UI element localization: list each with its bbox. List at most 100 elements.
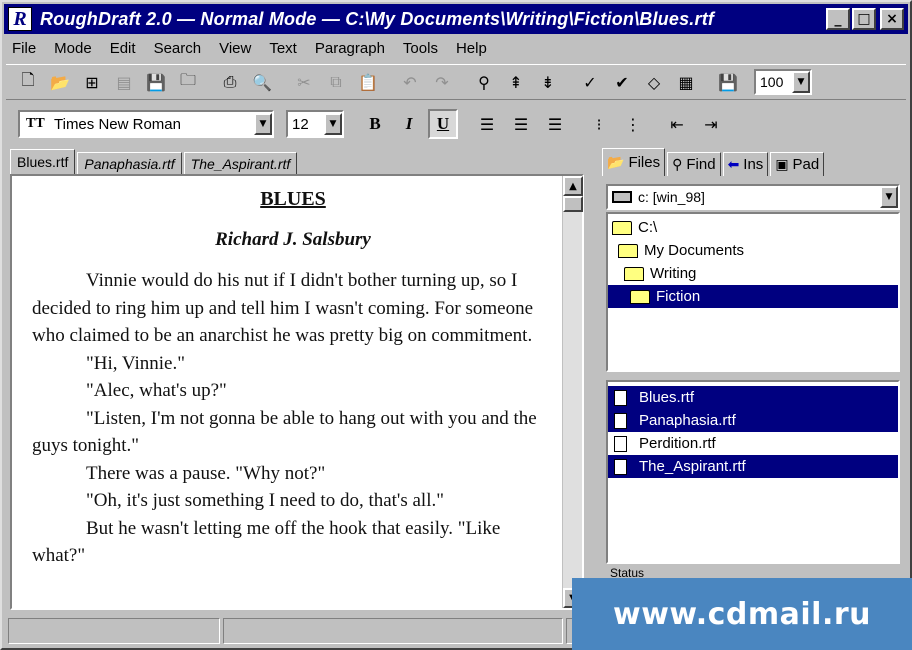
font-size-value: 12 bbox=[292, 115, 309, 133]
cut-icon[interactable]: ✂ bbox=[290, 68, 318, 96]
bullet-list-icon[interactable]: ⁝ bbox=[584, 109, 614, 139]
tab-pad[interactable]: ▣ Pad bbox=[770, 152, 825, 176]
tab-the-aspirant[interactable]: The_Aspirant.rtf bbox=[183, 152, 298, 174]
vertical-scrollbar[interactable]: ▲ ▼ bbox=[562, 176, 583, 608]
menu-tools[interactable]: Tools bbox=[403, 40, 438, 57]
align-center-icon[interactable]: ☰ bbox=[506, 109, 536, 139]
tab-panaphasia[interactable]: Panaphasia.rtf bbox=[77, 152, 182, 174]
notes-icon[interactable]: ▦ bbox=[672, 68, 700, 96]
file-item[interactable]: Panaphasia.rtf bbox=[608, 409, 898, 432]
file-label: Panaphasia.rtf bbox=[639, 412, 736, 429]
tab-find[interactable]: ⚲ Find bbox=[667, 152, 721, 176]
document-editor[interactable]: BLUES Richard J. Salsbury Vinnie would d… bbox=[12, 176, 562, 608]
folder-open-icon bbox=[618, 243, 638, 258]
close-button[interactable]: × bbox=[880, 8, 904, 30]
window-controls: _ □ × bbox=[826, 8, 904, 30]
printer-icon[interactable]: ⎙ bbox=[216, 68, 244, 96]
underline-button[interactable]: U bbox=[428, 109, 458, 139]
save-all-icon[interactable]: 💾 bbox=[714, 68, 742, 96]
insert-icon[interactable]: ⊞ bbox=[78, 68, 106, 96]
numbered-list-icon[interactable]: ⋮ bbox=[618, 109, 648, 139]
folder-item[interactable]: C:\ bbox=[608, 216, 898, 239]
notepad-icon: ▣ bbox=[775, 156, 789, 173]
copy-icon[interactable]: ⧉ bbox=[322, 68, 350, 96]
app-logo-icon[interactable]: R bbox=[8, 7, 32, 31]
scroll-up-button[interactable]: ▲ bbox=[563, 176, 583, 196]
file-item[interactable]: Blues.rtf bbox=[608, 386, 898, 409]
undo-icon[interactable]: ↶ bbox=[396, 68, 424, 96]
print-preview-icon[interactable]: ▤ bbox=[110, 68, 138, 96]
chevron-down-icon[interactable]: ▼ bbox=[880, 186, 898, 208]
font-name-select[interactable]: TT Times New Roman ▼ bbox=[18, 110, 274, 138]
folder-icon[interactable]: 🗀 bbox=[174, 68, 202, 96]
spellcheck-icon[interactable]: ✓ bbox=[576, 68, 604, 96]
folder-open-icon bbox=[624, 266, 644, 281]
pane-splitter[interactable] bbox=[588, 174, 598, 610]
folder-item[interactable]: Fiction bbox=[608, 285, 898, 308]
align-right-icon[interactable]: ☰ bbox=[540, 109, 570, 139]
new-document-icon[interactable]: 🗋 bbox=[14, 68, 42, 96]
menu-mode[interactable]: Mode bbox=[54, 40, 92, 57]
menu-view[interactable]: View bbox=[219, 40, 251, 57]
folder-label: Fiction bbox=[656, 288, 701, 305]
arrow-left-icon: ⬅ bbox=[727, 156, 740, 173]
document-icon bbox=[614, 458, 627, 475]
indent-increase-icon[interactable]: ⇥ bbox=[696, 109, 726, 139]
document-icon bbox=[614, 412, 627, 429]
folder-item[interactable]: My Documents bbox=[608, 239, 898, 262]
paste-icon[interactable]: 📋 bbox=[354, 68, 382, 96]
tab-files[interactable]: 📂 Files bbox=[602, 148, 666, 176]
document-tabs: Blues.rtf Panaphasia.rtf The_Aspirant.rt… bbox=[10, 149, 299, 174]
scroll-thumb[interactable] bbox=[563, 196, 583, 212]
paragraph: But he wasn't letting me off the hook th… bbox=[32, 517, 501, 567]
tab-files-label: Files bbox=[628, 154, 661, 171]
menu-paragraph[interactable]: Paragraph bbox=[315, 40, 385, 57]
folder-label: My Documents bbox=[644, 242, 745, 259]
watermark: www.cdmail.ru bbox=[572, 578, 912, 650]
drive-icon bbox=[612, 191, 632, 203]
chevron-down-icon[interactable]: ▼ bbox=[792, 71, 810, 93]
eraser-icon[interactable]: ◇ bbox=[640, 68, 668, 96]
chevron-down-icon[interactable]: ▼ bbox=[324, 113, 342, 135]
status-panel bbox=[223, 618, 563, 644]
save-icon[interactable]: 💾 bbox=[142, 68, 170, 96]
drive-select[interactable]: c: [win_98] ▼ bbox=[606, 184, 900, 210]
paragraph: "Hi, Vinnie." bbox=[86, 352, 185, 374]
find-previous-icon[interactable]: ⇞ bbox=[502, 68, 530, 96]
menu-help[interactable]: Help bbox=[456, 40, 487, 57]
document-title: BLUES bbox=[260, 188, 326, 210]
open-folder-icon[interactable]: 📂 bbox=[46, 68, 74, 96]
find-next-icon[interactable]: ⇟ bbox=[534, 68, 562, 96]
file-label: The_Aspirant.rtf bbox=[639, 458, 746, 475]
document-icon bbox=[614, 435, 627, 452]
find-icon[interactable]: ⚲ bbox=[470, 68, 498, 96]
file-label: Blues.rtf bbox=[639, 389, 695, 406]
folder-item[interactable]: Writing bbox=[608, 262, 898, 285]
drive-value: c: [win_98] bbox=[638, 189, 705, 205]
italic-button[interactable]: I bbox=[394, 109, 424, 139]
chevron-down-icon[interactable]: ▼ bbox=[254, 113, 272, 135]
file-item[interactable]: The_Aspirant.rtf bbox=[608, 455, 898, 478]
file-item[interactable]: Perdition.rtf bbox=[608, 432, 898, 455]
menu-edit[interactable]: Edit bbox=[110, 40, 136, 57]
title-bar[interactable]: R RoughDraft 2.0 — Normal Mode — C:\My D… bbox=[4, 4, 908, 34]
zoom-select[interactable]: 100 ▼ bbox=[754, 69, 812, 95]
bold-button[interactable]: B bbox=[360, 109, 390, 139]
menu-text[interactable]: Text bbox=[269, 40, 297, 57]
tab-insert[interactable]: ⬅ Ins bbox=[722, 152, 769, 176]
thesaurus-icon[interactable]: ✔ bbox=[608, 68, 636, 96]
minimize-button[interactable]: _ bbox=[826, 8, 850, 30]
align-left-icon[interactable]: ☰ bbox=[472, 109, 502, 139]
magnify-icon[interactable]: 🔍 bbox=[248, 68, 276, 96]
menu-file[interactable]: File bbox=[12, 40, 36, 57]
indent-decrease-icon[interactable]: ⇤ bbox=[662, 109, 692, 139]
font-size-select[interactable]: 12 ▼ bbox=[286, 110, 344, 138]
tab-insert-label: Ins bbox=[743, 156, 764, 173]
folder-open-icon bbox=[630, 289, 650, 304]
menu-search[interactable]: Search bbox=[154, 40, 202, 57]
redo-icon[interactable]: ↷ bbox=[428, 68, 456, 96]
tab-blues[interactable]: Blues.rtf bbox=[10, 149, 76, 174]
maximize-button[interactable]: □ bbox=[852, 8, 876, 30]
paragraph: There was a pause. "Why not?" bbox=[86, 462, 326, 484]
tab-find-label: Find bbox=[686, 156, 716, 173]
